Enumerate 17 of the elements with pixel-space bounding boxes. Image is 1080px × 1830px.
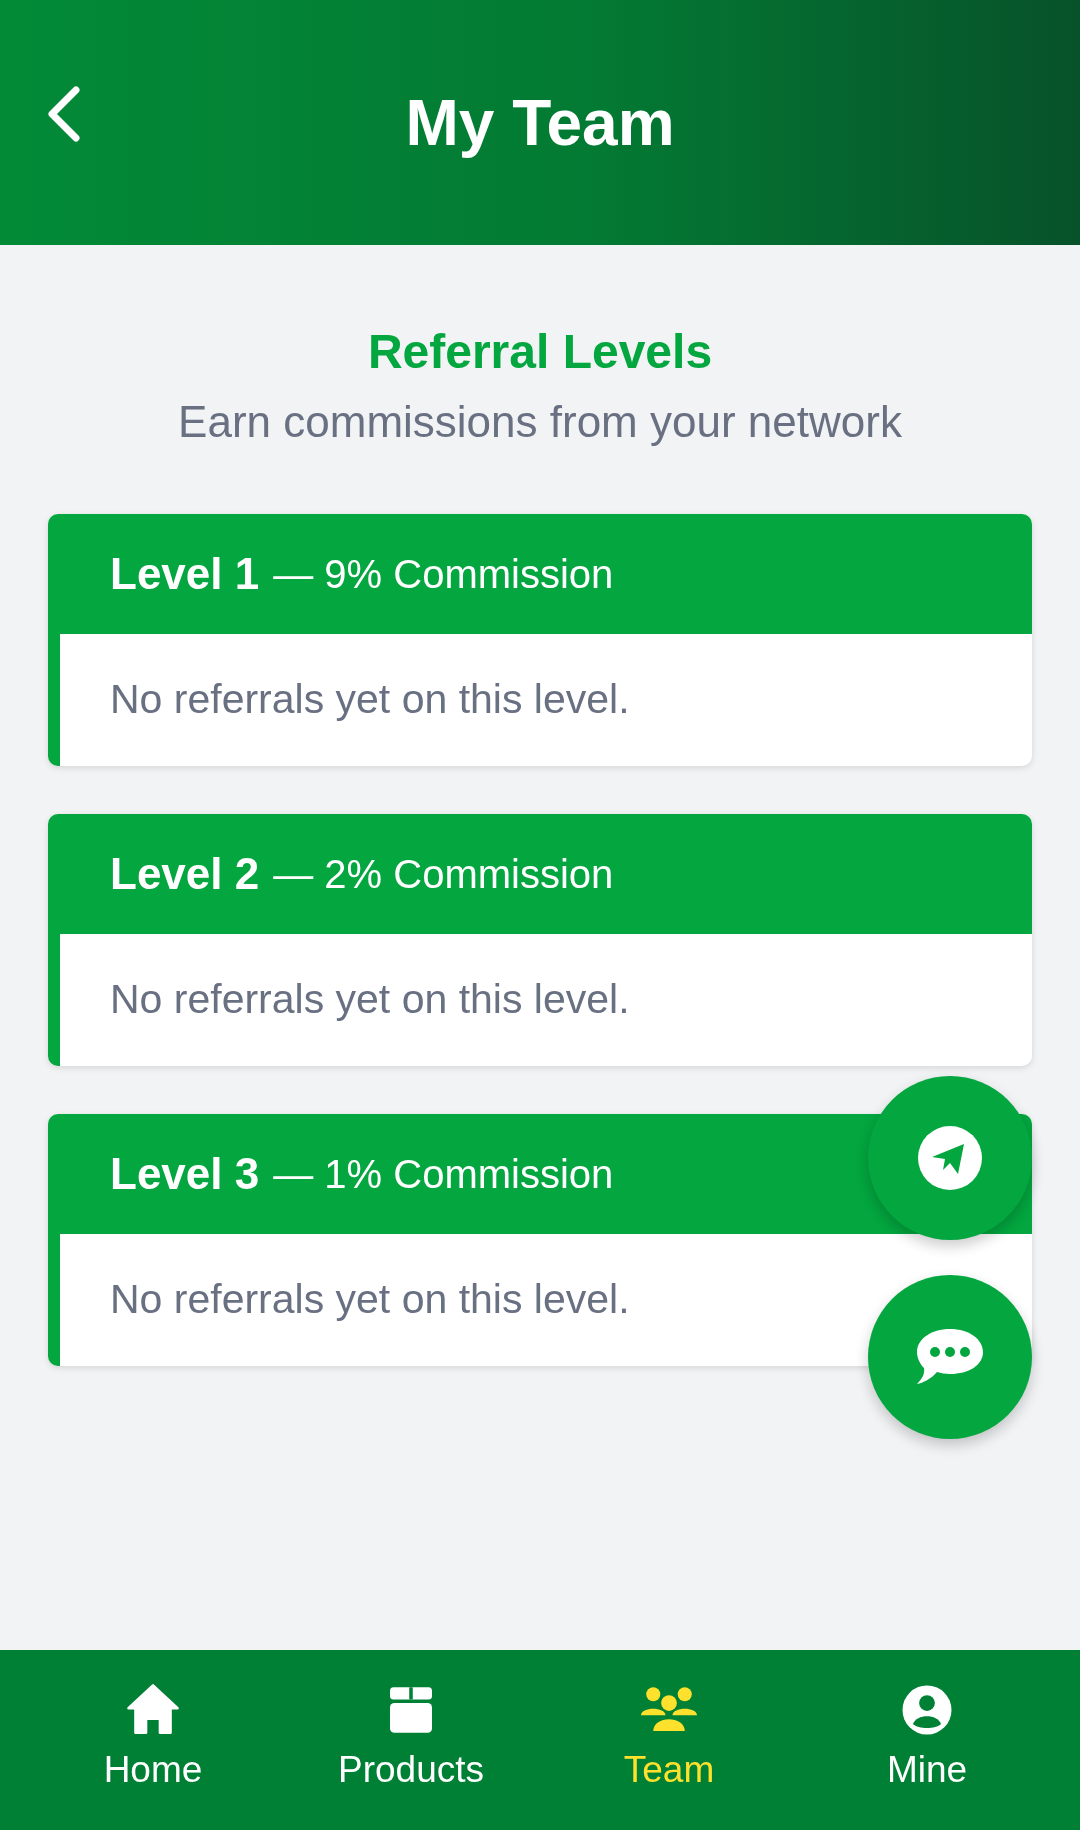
commission-rate: — 2% Commission: [273, 850, 614, 898]
nav-tab[interactable]: Mine: [827, 1682, 1027, 1798]
empty-message: No referrals yet on this level.: [110, 1275, 630, 1325]
section-subtitle: Earn commissions from your network: [177, 395, 903, 448]
nav-tab[interactable]: Products: [311, 1682, 511, 1798]
level-name: Level 2: [110, 847, 260, 900]
nav-tab[interactable]: Home: [53, 1682, 253, 1798]
empty-message: No referrals yet on this level.: [110, 675, 630, 725]
level-name: Level 3: [110, 1147, 260, 1200]
empty-message: No referrals yet on this level.: [110, 975, 630, 1025]
paper-plane-icon: [918, 1126, 982, 1190]
section-title: Referral Levels: [366, 324, 714, 380]
chat-bubble-icon: [915, 1327, 985, 1387]
commission-rate: — 9% Commission: [273, 550, 614, 598]
nav-tab[interactable]: Team: [569, 1682, 769, 1798]
level-name: Level 1: [110, 547, 260, 600]
commission-rate: — 1% Commission: [273, 1150, 614, 1198]
